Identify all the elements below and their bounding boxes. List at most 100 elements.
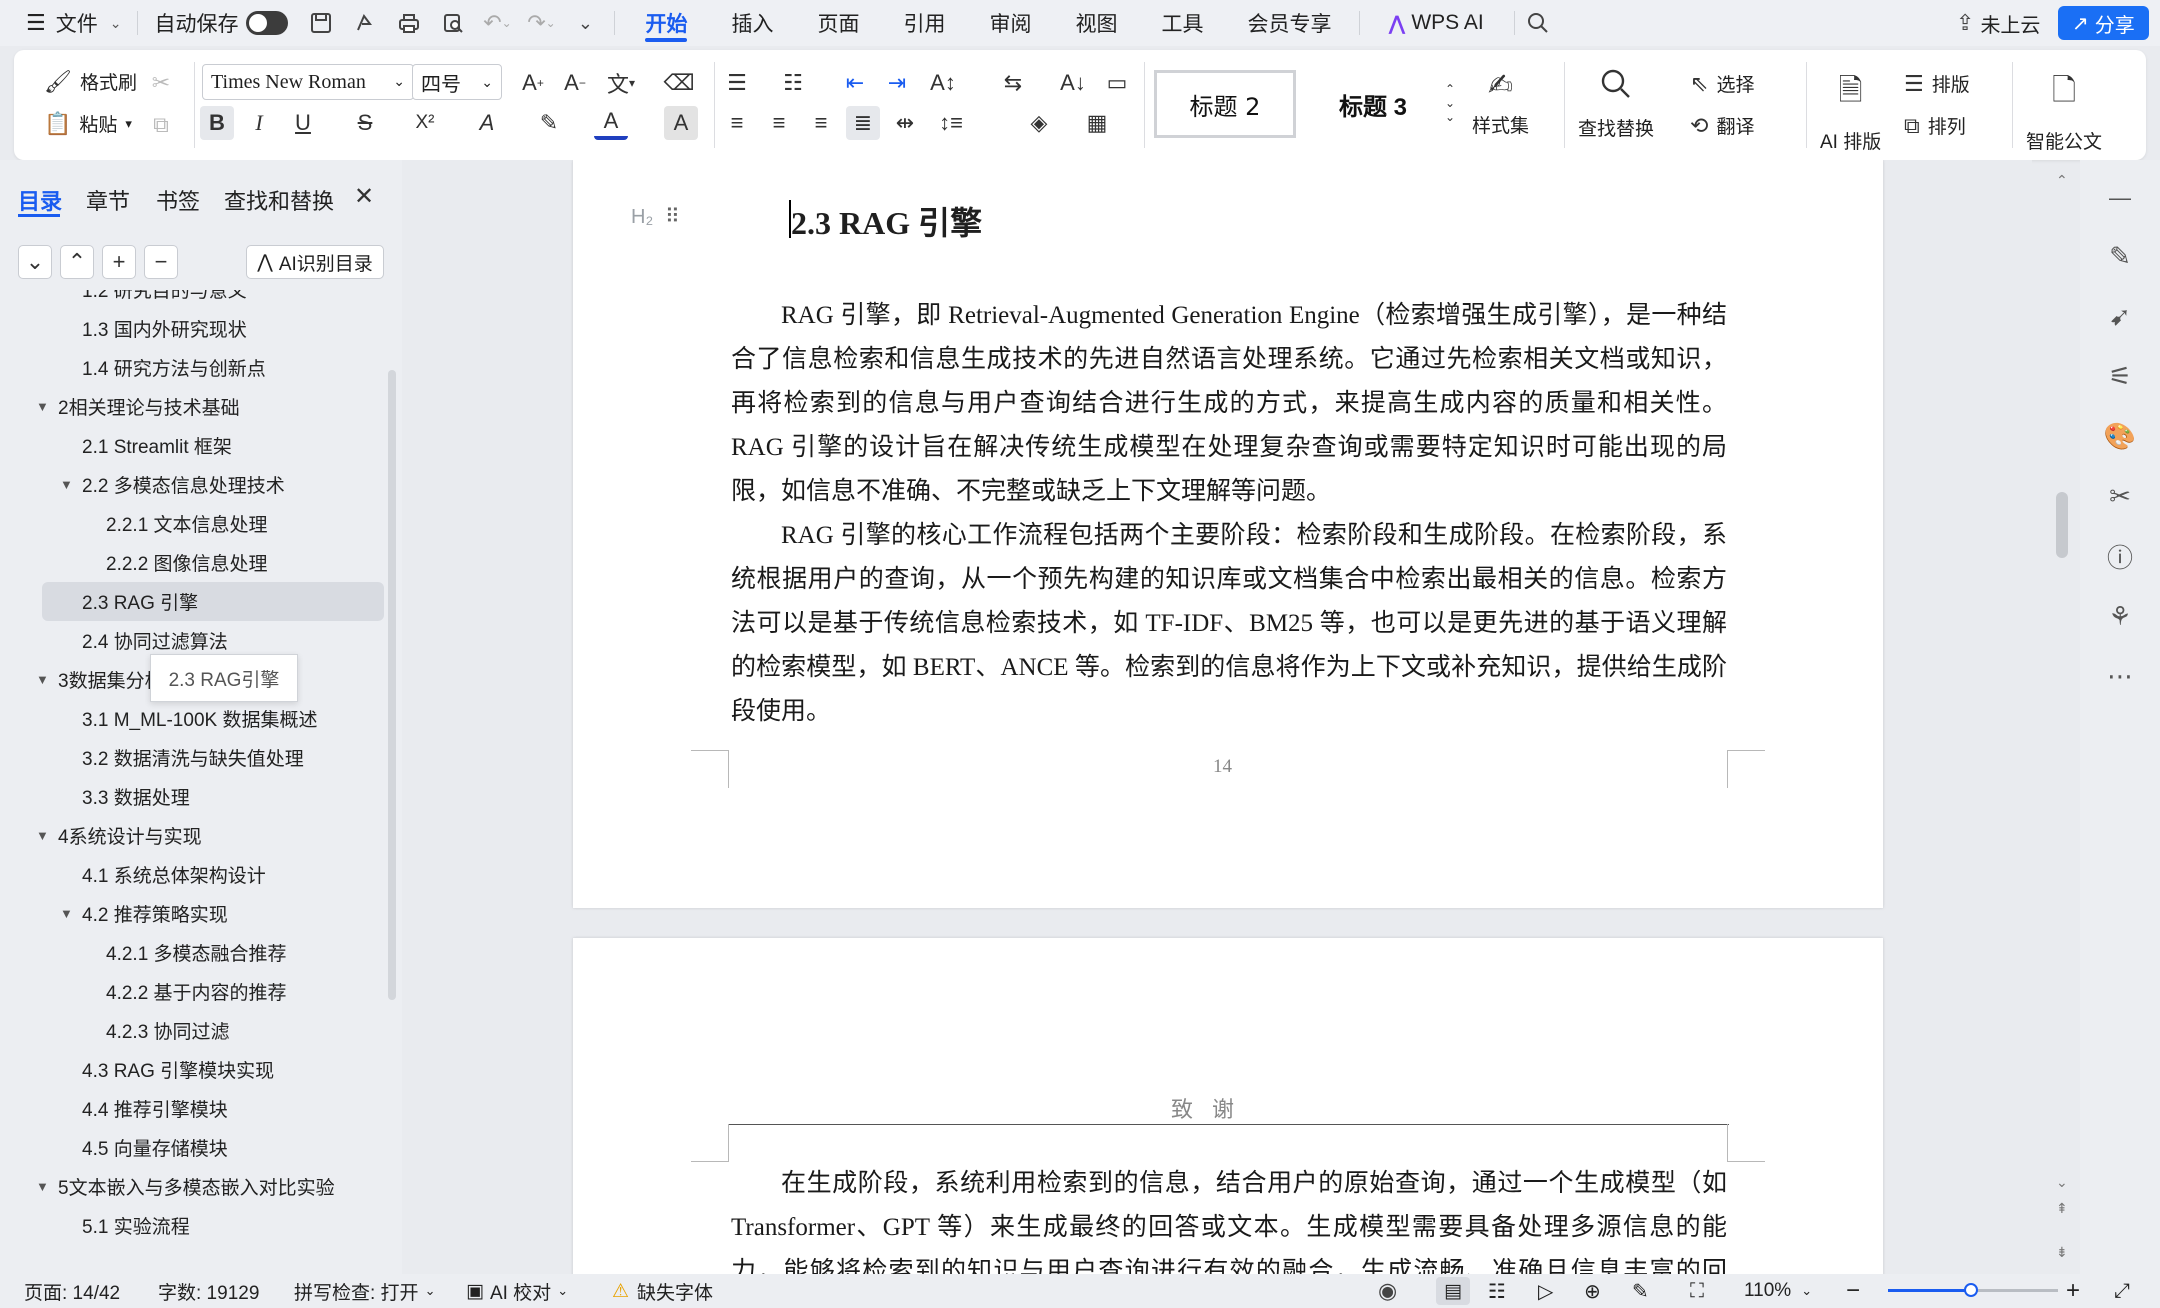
toc-item[interactable]: 3.2 数据清洗与缺失值处理 (0, 738, 384, 777)
align-left-icon[interactable]: ≡ (720, 106, 754, 140)
select-button[interactable]: ⇖ 选择 (1690, 70, 1754, 97)
zoom-in-icon[interactable]: + (2066, 1274, 2080, 1308)
superscript-button[interactable]: X² (408, 106, 442, 140)
bold-button[interactable]: B (200, 106, 234, 140)
cloud-status[interactable]: ⇪ 未上云 (1956, 0, 2040, 46)
prev-page-icon[interactable]: ⇞ (2056, 1200, 2068, 1217)
minimize-panel-icon[interactable]: — (2080, 178, 2160, 218)
shading-icon[interactable]: ◈ (1022, 106, 1056, 140)
body-paragraph-1[interactable]: RAG 引擎，即 Retrieval-Augmented Generation … (731, 294, 1727, 514)
align-center-icon[interactable]: ≡ (762, 106, 796, 140)
page-indicator[interactable]: 页面: 14/42 (24, 1274, 120, 1308)
line-spacing-icon[interactable]: ↕≡ (934, 106, 968, 140)
toc-item[interactable]: 3.3 数据处理 (0, 777, 384, 816)
tab-home[interactable]: 开始 (623, 0, 709, 46)
scroll-up-icon[interactable]: ⌃ (2056, 172, 2068, 189)
gift-icon[interactable]: ⚘ (2080, 596, 2160, 636)
zoom-slider[interactable] (1888, 1283, 2058, 1297)
style-gallery-scroll[interactable]: ⌃ ⌄ ⌄ (1438, 68, 1462, 138)
search-icon[interactable] (1523, 8, 1553, 38)
body-paragraph-2[interactable]: RAG 引擎的核心工作流程包括两个主要阶段：检索阶段和生成阶段。在检索阶段，系统… (731, 514, 1727, 734)
tab-insert[interactable]: 插入 (709, 0, 795, 46)
toc-item[interactable]: 4.3 RAG 引擎模块实现 (0, 1050, 384, 1089)
body-paragraph-3[interactable]: 在生成阶段，系统利用检索到的信息，结合用户的原始查询，通过一个生成模型（如 Tr… (731, 1162, 1727, 1274)
justify-icon[interactable]: ≣ (846, 106, 880, 140)
zoom-select[interactable]: 110% ⌄ (1744, 1274, 1812, 1308)
toc-scrollbar[interactable] (388, 370, 396, 1000)
tab-tools[interactable]: 工具 (1139, 0, 1225, 46)
arrange-button[interactable]: ⧉ 排列 (1904, 112, 1966, 139)
expand-arrow-icon[interactable]: ▼ (60, 477, 73, 492)
toc-item[interactable]: ▼ 4.2 推荐策略实现 (0, 894, 384, 933)
increase-indent-icon[interactable]: ⇥ (880, 66, 914, 100)
print-preview-icon[interactable] (438, 8, 468, 38)
web-view-icon[interactable]: ⊕ (1584, 1274, 1601, 1308)
translate-button[interactable]: ⟲ 翻译 (1690, 112, 1754, 139)
toc-item[interactable]: 2.2.2 图像信息处理 (0, 543, 384, 582)
fit-page-icon[interactable]: ⛶ (1690, 1274, 1704, 1308)
toc-item[interactable]: 1.4 研究方法与创新点 (0, 348, 384, 387)
underline-button[interactable]: U (286, 106, 320, 140)
expand-arrow-icon[interactable]: ▼ (36, 1179, 49, 1194)
tab-view[interactable]: 视图 (1053, 0, 1139, 46)
pen-icon[interactable]: ✎ (2080, 236, 2160, 276)
ai-toc-button[interactable]: ⋀ AI识别目录 (246, 245, 384, 279)
grow-font-icon[interactable]: A + (516, 66, 550, 100)
borders-icon[interactable]: ▦ (1080, 106, 1114, 140)
read-mode-icon[interactable]: ▷ (1538, 1274, 1553, 1308)
nav-tab-bookmark[interactable]: 书签 (156, 184, 200, 216)
toc-item[interactable]: 2.2.1 文本信息处理 (0, 504, 384, 543)
toc-item[interactable]: 4.4 推荐引擎模块 (0, 1089, 384, 1128)
spell-check[interactable]: 拼写检查: 打开 ⌄ (294, 1274, 435, 1308)
toc-item[interactable]: 4.5 向量存储模块 (0, 1128, 384, 1167)
phonetic-guide-icon[interactable]: 文 ▾ (604, 66, 638, 100)
more-chevron-icon[interactable]: ⌄ (570, 8, 600, 38)
find-replace-button[interactable]: 查找替换 (1578, 68, 1654, 141)
smart-doc-button[interactable]: 🗋 智能公文 (2026, 68, 2102, 154)
close-icon[interactable]: ✕ (354, 182, 374, 211)
zoom-slider-thumb[interactable] (1964, 1283, 1978, 1297)
next-page-icon[interactable]: ⇟ (2056, 1244, 2068, 1261)
style-heading3[interactable]: 标题 3 (1300, 70, 1446, 138)
autosave-toggle[interactable]: 自动保存 (154, 0, 289, 46)
expand-arrow-icon[interactable]: ▼ (60, 906, 73, 921)
undo-icon[interactable]: ↶ ⌄ (482, 8, 512, 38)
file-menu[interactable]: ☰ 文件 ⌄ (26, 0, 121, 46)
bullet-list-icon[interactable]: ☰ (720, 66, 754, 100)
expand-arrow-icon[interactable]: ▼ (36, 828, 49, 843)
ai-proofread[interactable]: ▣ AI 校对 ⌄ (466, 1274, 568, 1308)
tab-member[interactable]: 会员专享 (1225, 0, 1353, 46)
toc-item[interactable]: 4.2.3 协同过滤 (0, 1011, 384, 1050)
font-name-select[interactable]: Times New Roman ⌄ (202, 64, 414, 100)
cut-icon[interactable]: ✂ (144, 66, 178, 100)
redo-icon[interactable]: ↷ ⌄ (526, 8, 556, 38)
style-heading2[interactable]: 标题 2 (1154, 70, 1296, 138)
toc-item[interactable]: 2.3 RAG 引擎 (42, 582, 384, 621)
expand-arrow-icon[interactable]: ▼ (36, 399, 49, 414)
eye-protect-icon[interactable]: ◉ (1378, 1274, 1397, 1308)
drag-handle-icon[interactable]: ⠿ (665, 204, 680, 229)
more-icon[interactable]: ⋯ (2080, 656, 2160, 696)
style-set-button[interactable]: ✍ 样式集 (1472, 68, 1529, 138)
italic-button[interactable]: I (242, 106, 276, 140)
doc-scroll-thumb[interactable] (2056, 492, 2068, 558)
toc-item[interactable]: 1.3 国内外研究现状 (0, 309, 384, 348)
format-painter-button[interactable]: 🖌 格式刷 (44, 68, 137, 95)
nav-tab-chapter[interactable]: 章节 (86, 184, 130, 216)
export-pdf-icon[interactable] (350, 8, 380, 38)
autosave-switch[interactable] (246, 11, 289, 35)
numbered-list-icon[interactable]: ☷ (776, 66, 810, 100)
char-shading-icon[interactable]: A (664, 106, 698, 140)
toc-item[interactable]: ▼ 2相关理论与技术基础 (0, 387, 384, 426)
page-view-icon[interactable]: ▤ (1436, 1277, 1470, 1305)
palette-icon[interactable]: 🎨 (2080, 416, 2160, 456)
paste-button[interactable]: 📋 粘贴 ▾ (44, 110, 132, 137)
text-direction-icon[interactable]: A↕ (926, 66, 960, 100)
show-marks-icon[interactable]: ▭ (1100, 66, 1134, 100)
toc-item[interactable]: 5.1 实验流程 (0, 1206, 384, 1245)
toc-item[interactable]: ▼ 4系统设计与实现 (0, 816, 384, 855)
tools-icon[interactable]: ✂ (2080, 476, 2160, 516)
write-mode-icon[interactable]: ✎ (1632, 1274, 1649, 1308)
tab-reference[interactable]: 引用 (881, 0, 967, 46)
nav-tab-find[interactable]: 查找和替换 (224, 184, 334, 216)
